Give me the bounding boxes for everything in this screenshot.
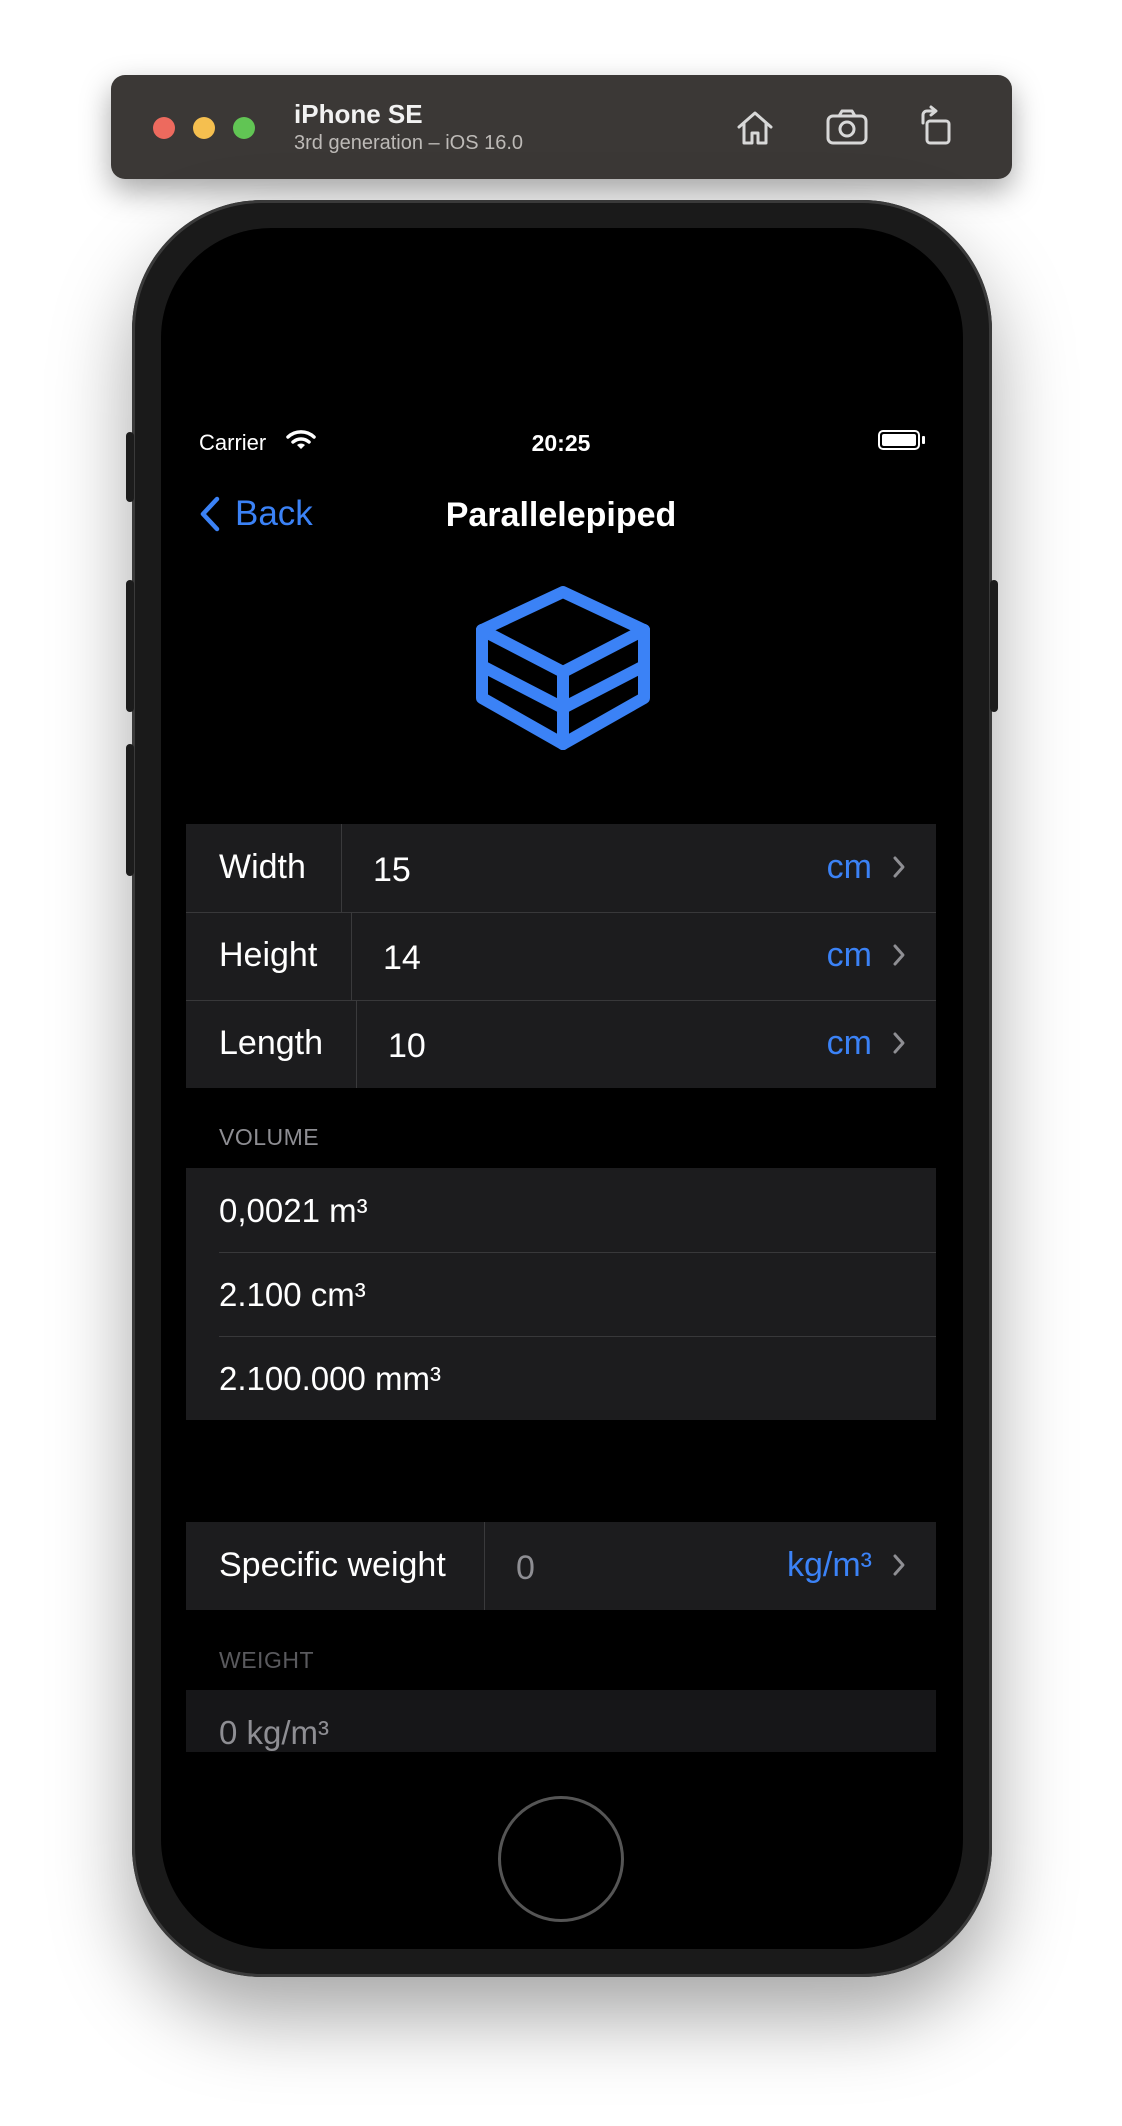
specific-weight-row[interactable]: Specific weight 0 kg/m³ — [186, 1522, 936, 1610]
volume-group: 0,0021 m³ 2.100 cm³ 2.100.000 mm³ — [186, 1168, 936, 1420]
chevron-right-icon — [893, 944, 905, 966]
cuboid-icon — [476, 586, 650, 750]
volume-mm3: 2.100.000 mm³ — [219, 1360, 441, 1397]
volume-header: VOLUME — [219, 1124, 320, 1150]
length-unit-button[interactable]: cm — [827, 1024, 872, 1063]
battery-icon — [878, 430, 920, 450]
minimize-window-button[interactable] — [193, 117, 215, 139]
device-name: iPhone SE — [294, 99, 423, 129]
volume-m3: 0,0021 m³ — [219, 1192, 368, 1229]
weight-header: WEIGHT — [219, 1647, 314, 1673]
specific-weight-label: Specific weight — [219, 1546, 446, 1584]
specific-weight-group: Specific weight 0 kg/m³ — [186, 1522, 936, 1610]
dimensions-group: Width 15 cm Height 14 cm Length 10 cm — [186, 824, 936, 1088]
height-row[interactable]: Height 14 cm — [186, 912, 936, 1000]
length-input[interactable]: 10 — [388, 1027, 426, 1066]
status-bar: Carrier 20:25 — [186, 418, 936, 468]
width-row[interactable]: Width 15 cm — [186, 824, 936, 912]
length-label: Length — [219, 1024, 323, 1062]
height-input[interactable]: 14 — [383, 939, 421, 978]
screenshot-icon[interactable] — [821, 101, 873, 153]
height-unit-button[interactable]: cm — [827, 936, 872, 975]
phone-screen: Carrier 20:25 Back Parallelepiped Width … — [186, 418, 936, 1752]
width-input[interactable]: 15 — [373, 851, 411, 890]
power-button — [990, 580, 998, 712]
simulator-toolbar: iPhone SE 3rd generation – iOS 16.0 — [111, 75, 1012, 179]
rotate-icon[interactable] — [911, 101, 963, 153]
specific-weight-unit-button[interactable]: kg/m³ — [787, 1546, 872, 1585]
device-subtitle: 3rd generation – iOS 16.0 — [294, 132, 524, 154]
chevron-right-icon — [893, 1554, 905, 1576]
volume-up-button — [126, 580, 134, 712]
volume-cm3: 2.100 cm³ — [219, 1276, 366, 1313]
weight-value: 0 kg/m³ — [219, 1714, 330, 1751]
mute-switch — [126, 432, 134, 502]
close-window-button[interactable] — [153, 117, 175, 139]
status-time: 20:25 — [531, 430, 591, 456]
height-label: Height — [219, 936, 318, 974]
page-title: Parallelepiped — [445, 496, 677, 534]
weight-group: 0 kg/m³ — [186, 1690, 936, 1752]
width-label: Width — [219, 848, 306, 886]
navigation-bar: Back Parallelepiped — [186, 474, 936, 564]
volume-down-button — [126, 744, 134, 876]
chevron-right-icon — [893, 856, 905, 878]
width-unit-button[interactable]: cm — [827, 848, 872, 887]
home-button[interactable] — [498, 1796, 624, 1922]
chevron-right-icon — [893, 1032, 905, 1054]
zoom-window-button[interactable] — [233, 117, 255, 139]
length-row[interactable]: Length 10 cm — [186, 1000, 936, 1088]
home-icon[interactable] — [729, 101, 781, 153]
specific-weight-input[interactable]: 0 — [516, 1549, 535, 1588]
